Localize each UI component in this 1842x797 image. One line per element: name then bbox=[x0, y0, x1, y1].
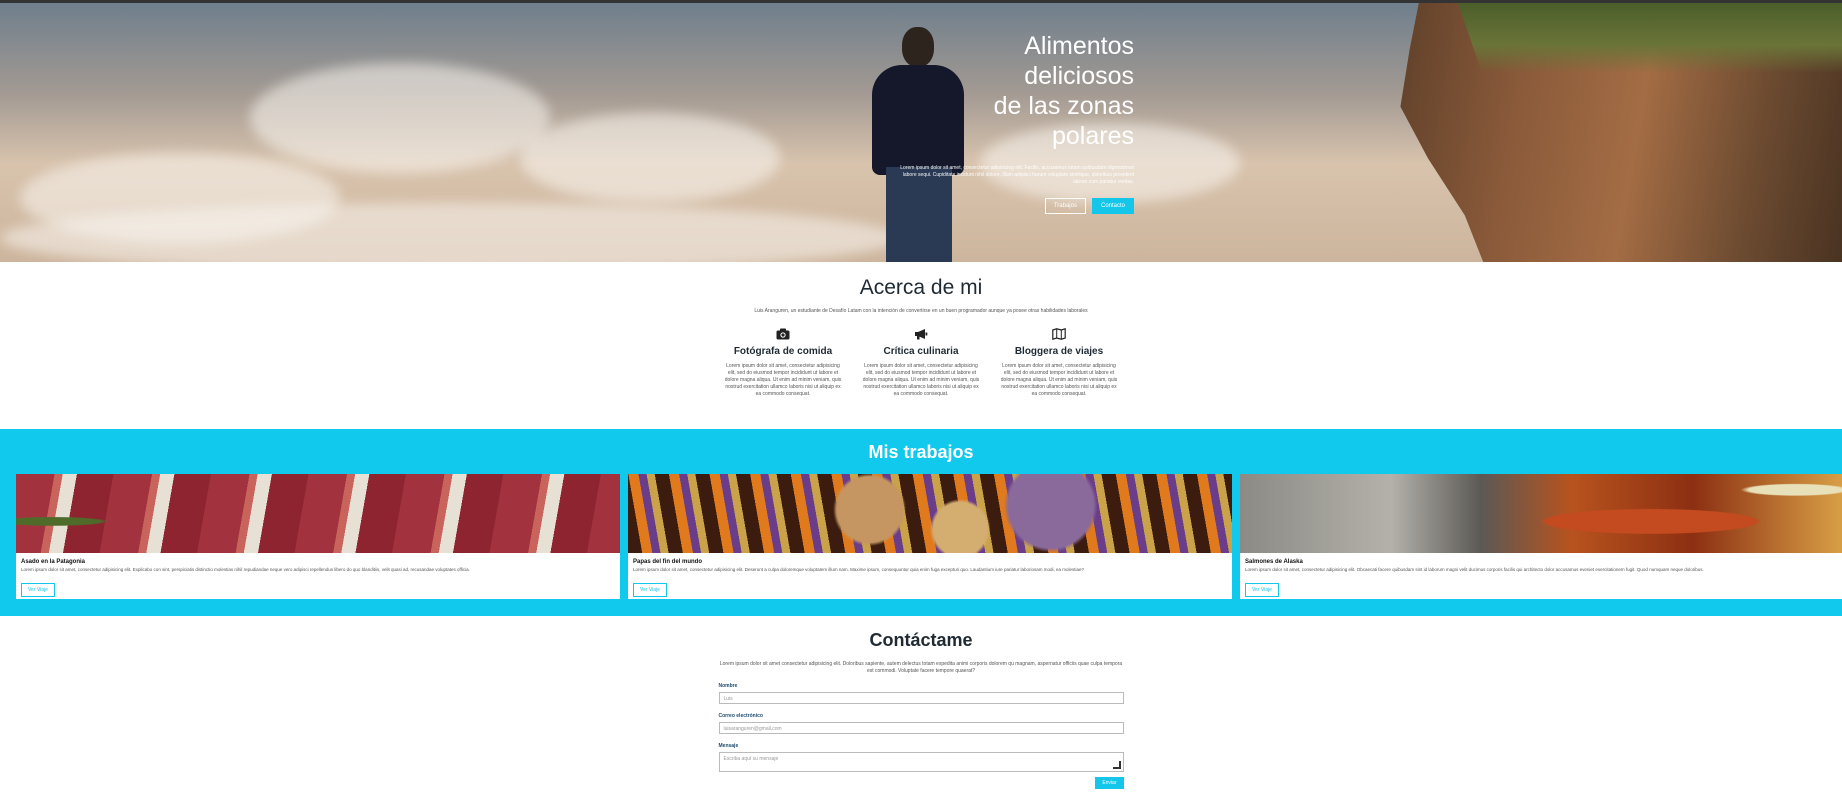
feature-title: Fotógrafa de comida bbox=[733, 346, 833, 357]
work-image-salmones bbox=[1240, 474, 1842, 553]
email-field[interactable]: luisaranguren@gmail.com bbox=[718, 722, 1124, 734]
message-field[interactable]: Escriba aquí su mensaje bbox=[718, 752, 1124, 772]
hero-title-line: de las zonas bbox=[993, 92, 1134, 120]
hero-title-line: deliciosos bbox=[1024, 62, 1134, 90]
work-image-asado bbox=[16, 474, 620, 553]
feature-title: Bloggera de viajes bbox=[1014, 346, 1104, 357]
hero-cloud bbox=[520, 113, 780, 203]
contact-form: Nombre Luis Correo electrónico luisarang… bbox=[718, 683, 1124, 789]
contact-intro: Lorem ipsum dolor sit amet consectetur a… bbox=[719, 661, 1123, 674]
hero-section: Alimentos deliciosos de las zonas polare… bbox=[0, 3, 1842, 262]
hero-buttons: Trabajos Contacto bbox=[900, 198, 1134, 214]
view-trip-button[interactable]: Ver Viaje bbox=[21, 583, 55, 597]
work-title: Papas del fin del mundo bbox=[633, 559, 703, 565]
work-text: Lorem ipsum dolor sit amet, consectetur … bbox=[633, 567, 1084, 572]
hero-title-line: polares bbox=[1052, 122, 1134, 150]
feature-food-critic: Crítica culinaria Lorem ipsum dolor sit … bbox=[860, 328, 982, 398]
work-card-body: Salmones de Alaska Lorem ipsum dolor sit… bbox=[1240, 553, 1842, 599]
feature-text: Lorem ipsum dolor sit amet, consectetur … bbox=[1000, 363, 1118, 397]
feature-text: Lorem ipsum dolor sit amet, consectetur … bbox=[724, 363, 842, 397]
work-card: Asado en la Patagonia Lorem ipsum dolor … bbox=[16, 474, 620, 599]
works-cards: Asado en la Patagonia Lorem ipsum dolor … bbox=[16, 474, 1842, 599]
contact-title: Contáctame bbox=[869, 630, 973, 650]
email-label: Correo electrónico bbox=[718, 713, 763, 719]
work-title: Salmones de Alaska bbox=[1245, 559, 1303, 565]
feature-title: Crítica culinaria bbox=[883, 346, 959, 357]
feature-travel-blogger: Bloggera de viajes Lorem ipsum dolor sit… bbox=[998, 328, 1120, 398]
message-placeholder: Escriba aquí su mensaje bbox=[723, 756, 779, 762]
work-card-body: Papas del fin del mundo Lorem ipsum dolo… bbox=[628, 553, 1232, 599]
contact-section: Contáctame Lorem ipsum dolor sit amet co… bbox=[0, 616, 1842, 789]
about-title: Acerca de mi bbox=[859, 276, 983, 299]
about-section: Acerca de mi Luis Aranguren, un estudian… bbox=[0, 262, 1842, 429]
work-title: Asado en la Patagonia bbox=[21, 559, 86, 565]
hero-title-line: Alimentos bbox=[1024, 32, 1134, 60]
send-button[interactable]: Enviar bbox=[1095, 777, 1124, 789]
hero-title: Alimentos deliciosos de las zonas polare… bbox=[900, 31, 1134, 151]
message-label: Mensaje bbox=[718, 743, 739, 749]
work-card: Salmones de Alaska Lorem ipsum dolor sit… bbox=[1240, 474, 1842, 599]
hero-content: Alimentos deliciosos de las zonas polare… bbox=[900, 31, 1134, 214]
megaphone-icon bbox=[915, 329, 928, 340]
resize-handle-icon[interactable] bbox=[1112, 761, 1121, 769]
camera-icon bbox=[776, 328, 790, 340]
contact-button[interactable]: Contacto bbox=[1091, 198, 1134, 214]
name-label: Nombre bbox=[718, 683, 738, 689]
view-trip-button[interactable]: Ver Viaje bbox=[633, 583, 667, 597]
work-image-papas bbox=[628, 474, 1232, 553]
feature-text: Lorem ipsum dolor sit amet, consectetur … bbox=[862, 363, 980, 397]
view-trip-button[interactable]: Ver Viaje bbox=[1245, 583, 1279, 597]
work-text: Lorem ipsum dolor sit amet, consectetur … bbox=[21, 567, 470, 572]
hero-cloud bbox=[250, 63, 550, 173]
name-field[interactable]: Luis bbox=[718, 692, 1124, 704]
work-text: Lorem ipsum dolor sit amet, consectetur … bbox=[1245, 567, 1704, 572]
work-card-body: Asado en la Patagonia Lorem ipsum dolor … bbox=[16, 553, 620, 599]
feature-food-photographer: Fotógrafa de comida Lorem ipsum dolor si… bbox=[722, 328, 844, 398]
works-section: Mis trabajos Asado en la Patagonia Lorem… bbox=[0, 429, 1842, 616]
hero-cliff-grass bbox=[1458, 3, 1842, 73]
works-title: Mis trabajos bbox=[868, 442, 974, 462]
work-card: Papas del fin del mundo Lorem ipsum dolo… bbox=[628, 474, 1232, 599]
map-icon bbox=[1052, 328, 1066, 340]
features: Fotógrafa de comida Lorem ipsum dolor si… bbox=[0, 328, 1842, 398]
hero-text: Lorem ipsum dolor sit amet, consectetur … bbox=[900, 165, 1134, 185]
works-button[interactable]: Trabajos bbox=[1044, 198, 1086, 214]
about-intro: Luis Aranguren, un estudiante de Desafío… bbox=[754, 308, 1088, 314]
